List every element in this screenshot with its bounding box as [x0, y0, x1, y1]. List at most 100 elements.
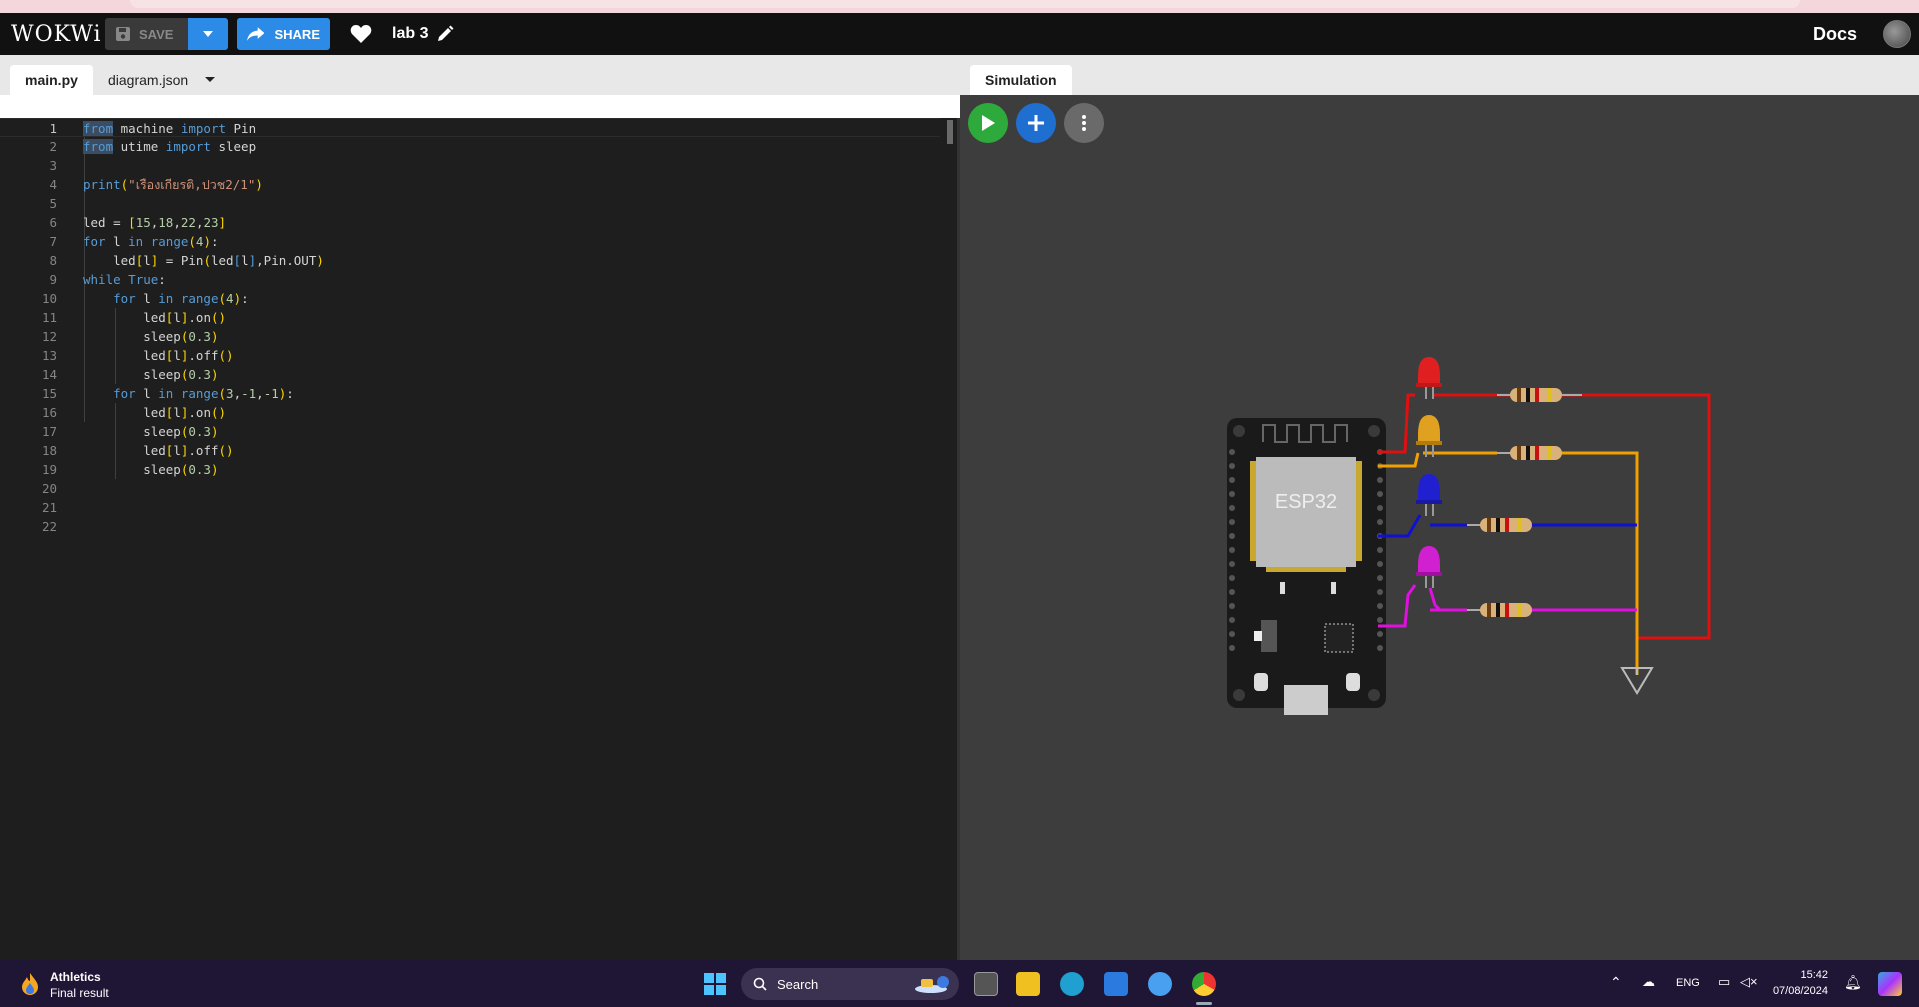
code-line: 8 led[l] = Pin(led[l],Pin.OUT)	[0, 251, 940, 270]
line-number: 20	[41, 481, 57, 496]
wire-red-return[interactable]	[1497, 393, 1711, 640]
line-number: 5	[49, 196, 57, 211]
network-icon[interactable]: ▭	[1718, 974, 1730, 990]
line-number: 8	[49, 253, 57, 268]
line-number: 4	[49, 177, 57, 192]
esp32-board[interactable]: ESP32	[1227, 418, 1386, 715]
code-line: 16 led[l].on()	[0, 403, 940, 422]
code-line: 11 led[l].on()	[0, 308, 940, 327]
code-line: 3	[0, 156, 940, 175]
led-orange[interactable]	[1416, 415, 1442, 457]
tab-diagram-json[interactable]: diagram.json	[93, 65, 203, 95]
taskbar-search[interactable]: Search	[741, 968, 959, 1000]
save-dropdown-button[interactable]	[188, 18, 228, 50]
line-number: 19	[41, 462, 57, 477]
esp32-pin-header-right	[1377, 449, 1383, 651]
code-text: for l in range(4):	[83, 234, 219, 249]
editor-scrollbar[interactable]	[947, 120, 953, 144]
language-indicator[interactable]: ENG	[1676, 977, 1700, 989]
share-button[interactable]: SHARE	[237, 18, 330, 50]
code-line: 4 print("เรืองเกียรติ,ปวช2/1")	[0, 175, 940, 194]
cloud-off-icon[interactable]: ☁	[1642, 974, 1655, 990]
file-explorer-icon[interactable]	[1016, 972, 1040, 996]
line-number: 16	[41, 405, 57, 420]
line-number: 13	[41, 348, 57, 363]
notification-bell-icon[interactable]: 🔔︎	[1844, 974, 1862, 991]
esp32-pin-header-left	[1229, 449, 1235, 651]
pencil-icon[interactable]	[436, 25, 454, 43]
user-avatar[interactable]	[1883, 20, 1911, 48]
address-bar-edge	[130, 0, 1800, 8]
line-number: 17	[41, 424, 57, 439]
code-text: for l in range(3,-1,-1):	[113, 386, 294, 401]
code-line: 14 sleep(0.3)	[0, 365, 940, 384]
wokwi-logo[interactable]: WOKWi	[11, 22, 103, 47]
floppy-icon	[116, 27, 130, 41]
search-label: Search	[777, 977, 819, 992]
code-text: sleep(0.3)	[83, 424, 219, 439]
editor-tab-bar: main.py diagram.json	[0, 55, 960, 95]
code-text: for l in range(4):	[113, 291, 249, 306]
code-text: led[l].off()	[83, 443, 234, 458]
weather-title[interactable]: Athletics	[50, 970, 101, 984]
speaker-muted-icon[interactable]: ◁×	[1740, 974, 1758, 990]
code-line: 21	[0, 498, 940, 517]
save-group: SAVE	[105, 18, 228, 50]
clock-time[interactable]: 15:42	[1778, 969, 1828, 981]
resistor-2[interactable]	[1497, 446, 1562, 460]
code-text: sleep(0.3)	[83, 329, 219, 344]
resistor-3[interactable]	[1467, 518, 1532, 532]
line-number: 9	[49, 272, 57, 287]
ground-symbol[interactable]	[1620, 667, 1654, 695]
chrome-browser-icon[interactable]	[1192, 972, 1216, 996]
line-number: 18	[41, 443, 57, 458]
line-number: 11	[41, 310, 57, 325]
code-text: sleep(0.3)	[83, 367, 219, 382]
clock-date[interactable]: 07/08/2024	[1766, 985, 1828, 997]
code-line: 12 sleep(0.3)	[0, 327, 940, 346]
led-magenta[interactable]	[1416, 546, 1442, 588]
docs-link[interactable]: Docs	[1813, 24, 1857, 45]
line-number: 10	[41, 291, 57, 306]
active-app-indicator	[1196, 1002, 1212, 1005]
line-number: 21	[41, 500, 57, 515]
line-number: 1	[49, 121, 57, 136]
task-view-icon[interactable]	[974, 972, 998, 996]
code-editor[interactable]: 1 from machine import Pin 2 from utime i…	[0, 118, 957, 960]
microsoft-store-icon[interactable]	[1104, 972, 1128, 996]
code-line: 5	[0, 194, 940, 213]
code-line: 9 while True:	[0, 270, 940, 289]
code-text: print("เรืองเกียรติ,ปวช2/1")	[83, 177, 263, 192]
heart-icon[interactable]	[350, 23, 372, 45]
chevron-up-icon[interactable]: ⌃	[1610, 974, 1622, 991]
code-line: 2 from utime import sleep	[0, 137, 940, 156]
code-text: led = [15,18,22,23]	[83, 215, 227, 230]
windows-start-icon[interactable]	[704, 973, 726, 995]
tab-main-py[interactable]: main.py	[10, 65, 93, 95]
share-arrow-icon	[247, 27, 265, 41]
code-text: led[l].on()	[83, 405, 227, 420]
resistor-1[interactable]	[1497, 388, 1582, 402]
tab-menu-caret-icon[interactable]	[205, 77, 215, 82]
save-button[interactable]: SAVE	[105, 18, 188, 50]
simulation-canvas[interactable]: ESP32	[960, 95, 1919, 960]
app-header: WOKWi SAVE SHARE lab 3 Docs	[0, 13, 1919, 55]
wire-orange-return[interactable]	[1423, 451, 1639, 675]
code-text: from machine import Pin	[83, 121, 257, 136]
tab-simulation[interactable]: Simulation	[970, 65, 1072, 95]
resistor-4[interactable]	[1467, 603, 1532, 617]
copilot-icon[interactable]	[1878, 972, 1902, 996]
circuit-diagram[interactable]: ESP32	[960, 95, 1919, 960]
led-red[interactable]	[1416, 357, 1442, 399]
weather-flame-icon[interactable]	[20, 973, 40, 995]
code-text: while True:	[83, 272, 166, 287]
project-title[interactable]: lab 3	[392, 25, 428, 43]
help-app-icon[interactable]	[1148, 972, 1172, 996]
search-highlight-icon	[915, 976, 949, 993]
chip-label: ESP32	[1275, 491, 1337, 513]
led-blue[interactable]	[1416, 474, 1442, 516]
save-label: SAVE	[139, 26, 174, 42]
code-text: led[l].off()	[83, 348, 234, 363]
edge-browser-icon[interactable]	[1060, 972, 1084, 996]
wire-magenta-lead[interactable]	[1428, 587, 1442, 612]
